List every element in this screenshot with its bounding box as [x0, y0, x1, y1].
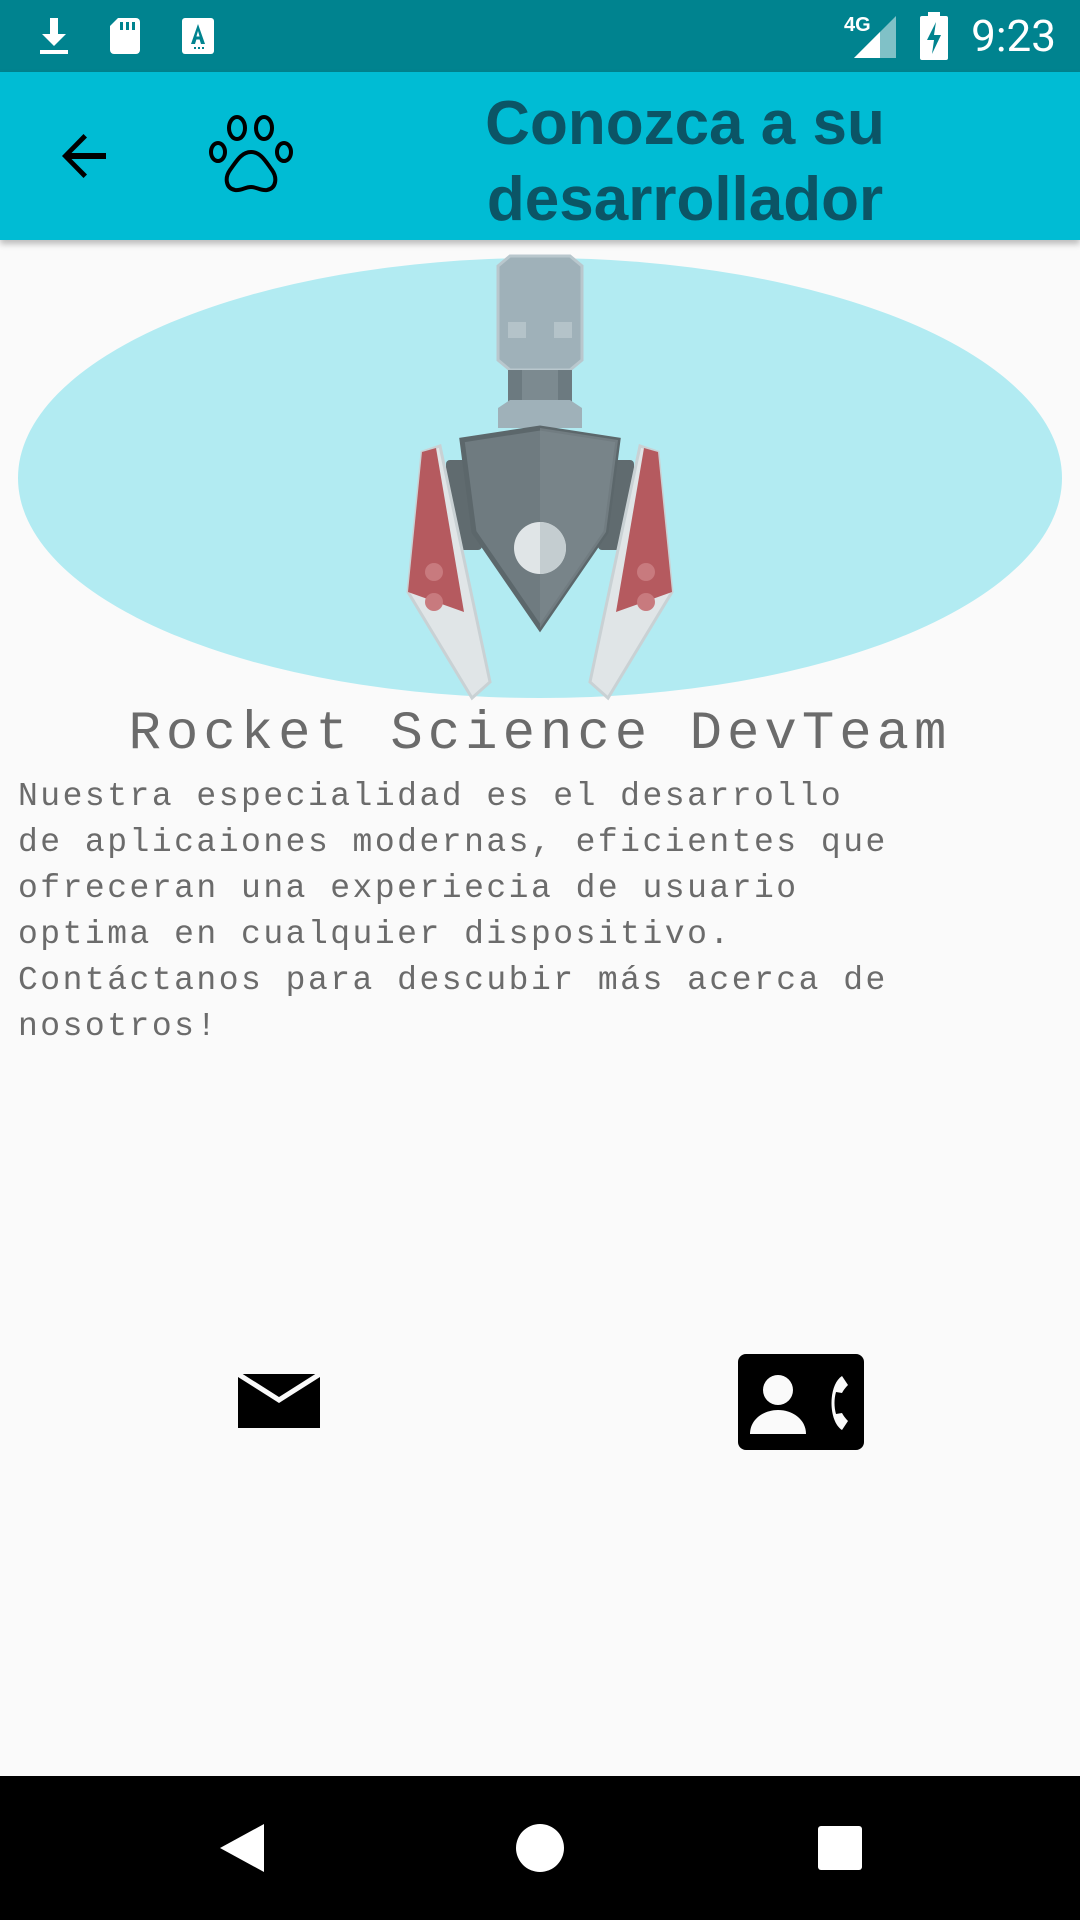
nav-back-icon [220, 1824, 264, 1872]
sd-card-icon [110, 18, 140, 54]
status-time: 9:23 [971, 10, 1056, 62]
back-button[interactable] [36, 108, 132, 204]
nav-back-button[interactable] [206, 1812, 278, 1884]
screen: 4G 9:23 Conozca a su desarrollador Rocke… [0, 0, 1080, 1920]
nav-home-icon [516, 1824, 564, 1872]
text-app-icon [182, 18, 214, 54]
nav-home-button[interactable] [504, 1812, 576, 1884]
rocket-icon [406, 254, 674, 701]
email-icon[interactable] [238, 1370, 320, 1430]
team-description: Nuestra especialidad es el desarrollo de… [18, 778, 888, 1045]
team-name: Rocket Science DevTeam [128, 704, 952, 765]
nav-recents-icon [818, 1826, 862, 1870]
download-icon [40, 18, 68, 54]
status-bar: 4G 9:23 [0, 0, 1080, 72]
signal-icon [854, 16, 896, 58]
contact-phone-icon[interactable] [738, 1354, 864, 1450]
back-arrow-icon [62, 134, 106, 178]
battery-charging-icon [920, 12, 948, 60]
nav-recents-button[interactable] [804, 1812, 876, 1884]
app-bar: Conozca a su desarrollador [0, 72, 1080, 240]
navigation-bar [0, 1776, 1080, 1920]
paw-icon[interactable] [208, 112, 296, 200]
page-title: Conozca a su desarrollador [485, 89, 885, 234]
